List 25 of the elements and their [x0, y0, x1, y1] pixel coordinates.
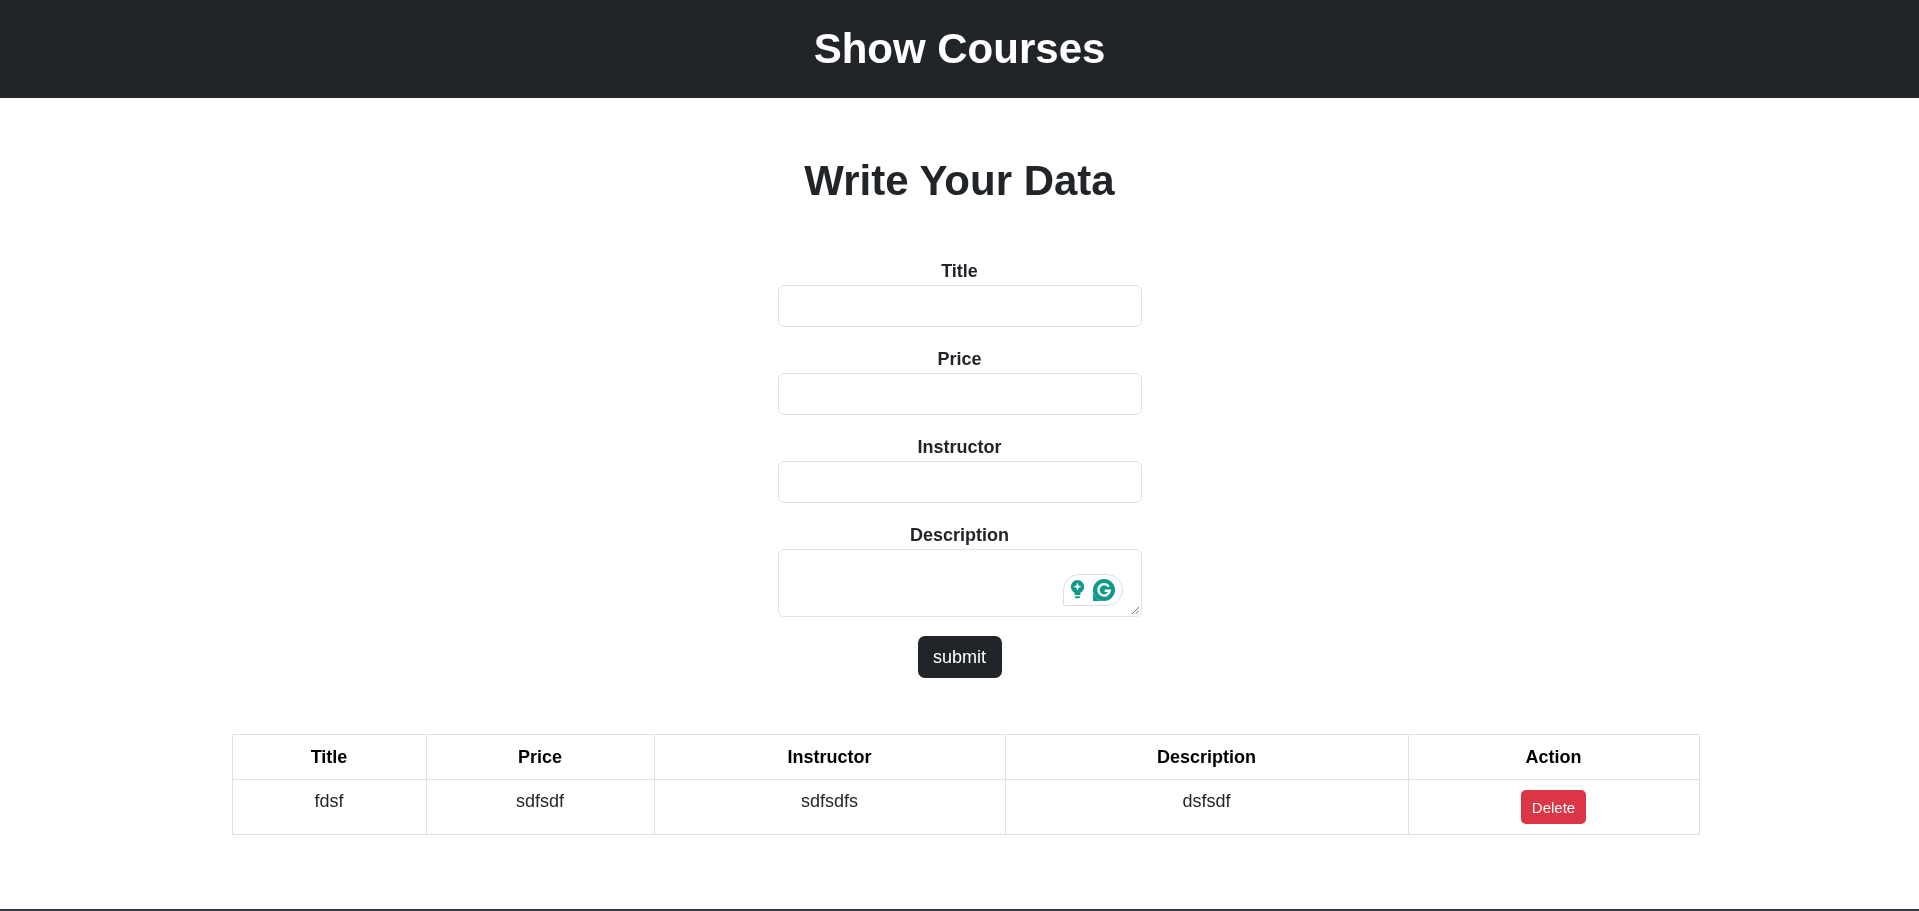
delete-button[interactable]: Delete — [1521, 790, 1586, 824]
input-field[interactable] — [777, 373, 1142, 415]
table-cell: sdfsdf — [426, 779, 654, 835]
input-field[interactable] — [777, 285, 1142, 327]
table-cell: sdfsdfs — [654, 779, 1005, 835]
column-header: Description — [1005, 734, 1408, 780]
field-label: Price — [937, 348, 982, 370]
table-cell: dsfsdf — [1005, 779, 1408, 835]
g-logo-icon[interactable] — [1093, 579, 1115, 601]
column-header: Price — [426, 734, 654, 780]
column-header: Title — [232, 734, 426, 780]
textarea-field[interactable] — [777, 549, 1142, 617]
field-label: Title — [941, 260, 978, 282]
column-header: Action — [1408, 734, 1699, 780]
lightbulb-icon[interactable] — [1070, 580, 1085, 600]
submit-button[interactable]: submit — [917, 636, 1002, 678]
resize-handle-icon[interactable] — [1131, 607, 1139, 614]
field-label: Description — [910, 524, 1009, 546]
writing-assistant-widget[interactable] — [1062, 574, 1123, 606]
input-field[interactable] — [777, 461, 1142, 503]
column-header: Instructor — [654, 734, 1005, 780]
field-label: Instructor — [917, 436, 1002, 458]
table-cell: fdsf — [232, 779, 426, 835]
page-title: Show Courses — [813, 24, 1106, 74]
form-heading: Write Your Data — [804, 156, 1115, 206]
